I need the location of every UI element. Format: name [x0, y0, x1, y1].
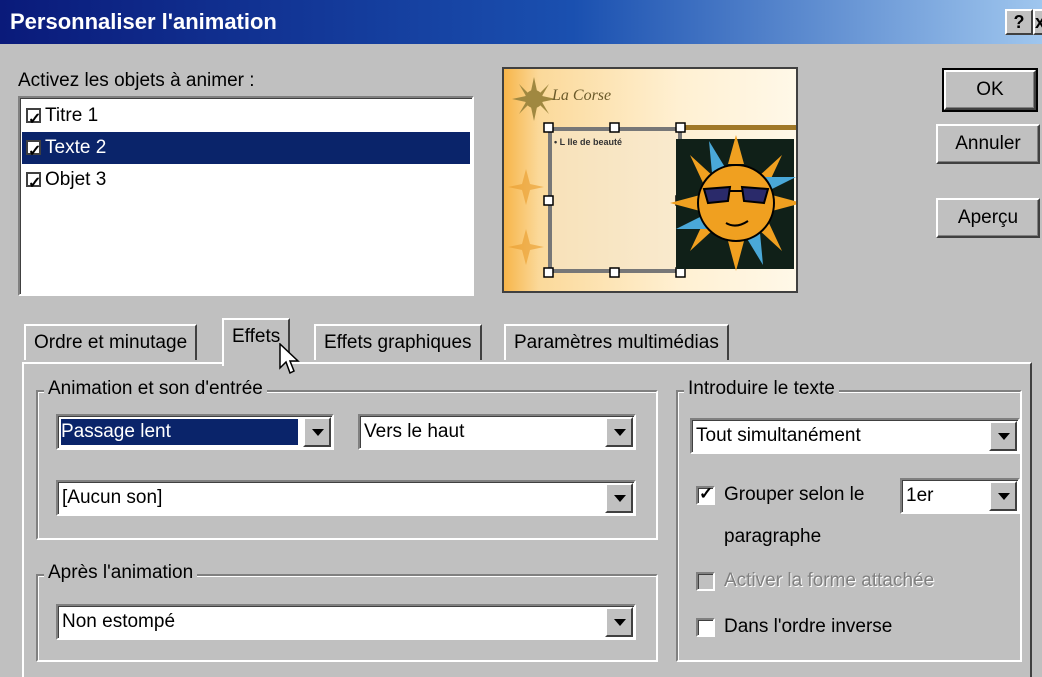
entry-legend: Animation et son d'entrée	[44, 378, 267, 400]
preview-button-label: Aperçu	[957, 207, 1019, 228]
after-select[interactable]: Non estompé	[56, 604, 636, 640]
list-item-texte-2[interactable]: ✓ Texte 2	[22, 132, 470, 164]
mouse-cursor-icon	[279, 343, 300, 375]
sun-icon	[512, 77, 556, 121]
chevron-down-icon[interactable]	[989, 421, 1017, 451]
chevron-down-icon[interactable]	[605, 417, 633, 447]
paragraph-label: paragraphe	[724, 526, 822, 547]
title-bar: Personnaliser l'animation ? x	[0, 0, 1042, 44]
preview-bullet-text: • L Ile de beauté	[554, 137, 623, 147]
slide-preview-art	[508, 77, 796, 278]
checkbox-objet-3[interactable]: ✓	[26, 172, 41, 192]
entry-effect-value: Passage lent	[61, 419, 298, 445]
tab-effets-graphiques[interactable]: Effets graphiques	[314, 324, 482, 360]
entry-direction-select[interactable]: Vers le haut	[358, 414, 636, 450]
cancel-button[interactable]: Annuler	[936, 124, 1040, 164]
introduce-mode-value: Tout simultanément	[696, 425, 861, 446]
group-by-checkbox[interactable]: ✓	[696, 484, 715, 505]
checkbox-titre-1[interactable]: ✓	[26, 108, 41, 128]
objects-list[interactable]: ✓ Titre 1 ✓ Texte 2 ✓ Objet 3	[18, 96, 474, 296]
attach-shape-checkbox[interactable]	[696, 572, 715, 591]
chevron-down-icon[interactable]	[989, 481, 1017, 511]
objects-label: Activez les objets à animer :	[18, 70, 255, 91]
tab-parametres-multimedias[interactable]: Paramètres multimédias	[504, 324, 729, 360]
chevron-down-icon[interactable]	[303, 417, 331, 447]
list-item-label: Objet 3	[45, 169, 107, 190]
list-item-label: Texte 2	[45, 137, 107, 158]
attach-shape-label: Activer la forme attachée	[724, 570, 935, 591]
reverse-order-label: Dans l'ordre inverse	[724, 616, 893, 637]
close-button[interactable]: x	[1033, 9, 1042, 35]
group-by-select[interactable]: 1er	[900, 478, 1020, 514]
list-item-titre-1[interactable]: ✓ Titre 1	[22, 100, 470, 132]
tab-panel-effets: Animation et son d'entrée Passage lent V…	[22, 362, 1032, 677]
reverse-order-checkbox[interactable]	[696, 618, 715, 637]
group-by-label: Grouper selon le	[724, 484, 865, 505]
preview-button[interactable]: Aperçu	[936, 198, 1040, 238]
chevron-down-icon[interactable]	[605, 483, 633, 513]
window-title: Personnaliser l'animation	[10, 9, 277, 34]
introduce-mode-select[interactable]: Tout simultanément	[690, 418, 1020, 454]
tab-ordre-et-minutage[interactable]: Ordre et minutage	[24, 324, 198, 360]
after-legend: Après l'animation	[44, 562, 198, 584]
entry-sound-select[interactable]: [Aucun son]	[56, 480, 636, 516]
list-item-label: Titre 1	[45, 105, 99, 126]
after-value: Non estompé	[62, 611, 176, 632]
group-by-value: 1er	[906, 485, 934, 506]
decor-star-icon	[508, 169, 544, 265]
entry-direction-value: Vers le haut	[364, 421, 465, 442]
preview-slide-title: La Corse	[552, 87, 612, 104]
entry-group	[36, 390, 658, 540]
entry-sound-value: [Aucun son]	[62, 487, 163, 508]
slide-preview: La Corse • L Ile de beauté	[502, 67, 798, 293]
help-button[interactable]: ?	[1005, 9, 1033, 35]
chevron-down-icon[interactable]	[605, 607, 633, 637]
ok-button[interactable]: OK	[942, 68, 1038, 112]
list-item-objet-3[interactable]: ✓ Objet 3	[22, 164, 470, 196]
introduce-legend: Introduire le texte	[684, 378, 839, 400]
checkbox-texte-2[interactable]: ✓	[26, 140, 41, 160]
entry-effect-select[interactable]: Passage lent	[56, 414, 334, 450]
